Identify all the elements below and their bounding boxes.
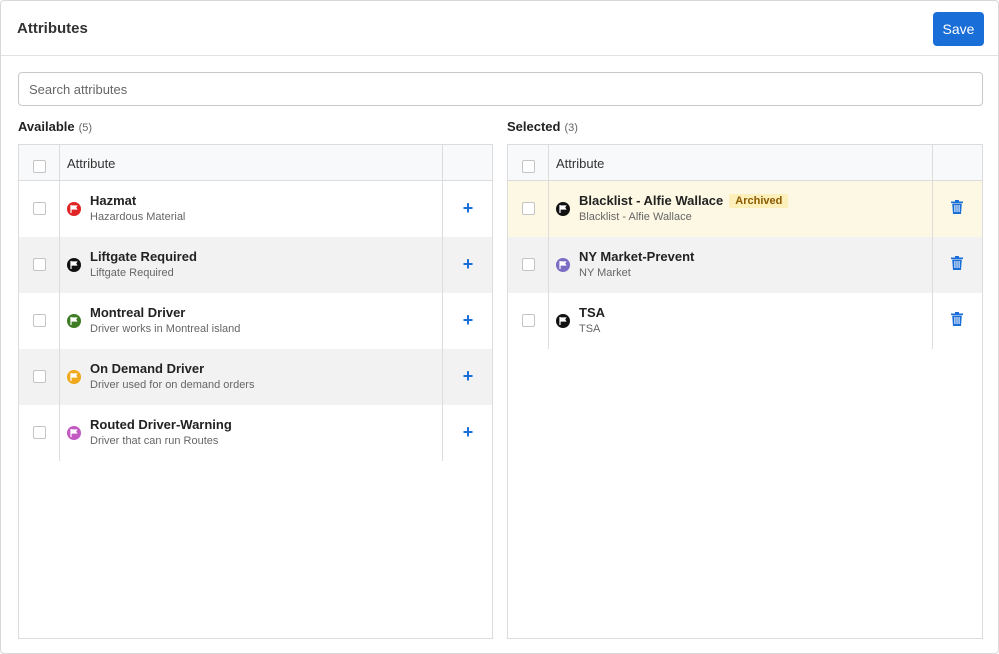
flag-icon	[556, 258, 570, 272]
available-table-header: Attribute	[19, 145, 492, 181]
save-button[interactable]: Save	[933, 12, 984, 46]
trash-icon[interactable]	[951, 200, 967, 218]
attribute-name: Hazmat	[90, 193, 137, 208]
header: Attributes Save	[1, 1, 998, 56]
row-checkbox[interactable]	[33, 314, 46, 327]
available-row-montreal: Montreal Driver Driver works in Montreal…	[19, 293, 492, 349]
attribute-description: NY Market	[579, 267, 631, 279]
archived-badge: Archived	[729, 194, 789, 208]
column-divider	[932, 181, 933, 237]
flag-icon	[67, 426, 81, 440]
attribute-name: Blacklist - Alfie Wallace Archived	[579, 193, 789, 208]
column-divider	[548, 237, 549, 293]
column-divider	[932, 145, 933, 181]
attribute-name: Routed Driver-Warning	[90, 417, 232, 432]
row-checkbox[interactable]	[33, 258, 46, 271]
available-table: Attribute Hazmat Hazardous Material + Li…	[18, 144, 493, 639]
flag-icon	[67, 258, 81, 272]
available-select-all-checkbox[interactable]	[33, 160, 46, 173]
column-divider	[548, 145, 549, 181]
row-checkbox[interactable]	[522, 258, 535, 271]
column-divider	[548, 293, 549, 349]
column-divider	[59, 181, 60, 237]
attribute-description: Hazardous Material	[90, 211, 186, 223]
attributes-dialog: Attributes Save Available(5) Attribute H…	[0, 0, 999, 654]
flag-icon	[67, 314, 81, 328]
available-row-on-demand: On Demand Driver Driver used for on dema…	[19, 349, 492, 405]
available-row-hazmat: Hazmat Hazardous Material +	[19, 181, 492, 237]
available-row-liftgate: Liftgate Required Liftgate Required +	[19, 237, 492, 293]
column-divider	[442, 145, 443, 181]
flag-icon	[67, 370, 81, 384]
attribute-name: NY Market-Prevent	[579, 249, 695, 264]
selected-table-header: Attribute	[508, 145, 982, 181]
column-divider	[442, 405, 443, 461]
row-checkbox[interactable]	[522, 314, 535, 327]
attribute-name: On Demand Driver	[90, 361, 205, 376]
attribute-column-header: Attribute	[67, 156, 116, 171]
page-title: Attributes	[17, 20, 88, 37]
column-divider	[59, 293, 60, 349]
selected-table: Attribute Blacklist - Alfie Wallace Archi…	[507, 144, 983, 639]
attribute-column-header: Attribute	[556, 156, 605, 171]
available-section-title: Available (5)	[18, 119, 92, 134]
attribute-description: Driver works in Montreal island	[90, 323, 241, 335]
attribute-description: Driver that can run Routes	[90, 435, 219, 447]
column-divider	[59, 237, 60, 293]
add-icon[interactable]: +	[458, 366, 478, 386]
trash-icon[interactable]	[951, 312, 967, 330]
selected-count: (3)	[564, 122, 578, 134]
attribute-description: TSA	[579, 323, 601, 335]
column-divider	[59, 405, 60, 461]
column-divider	[932, 237, 933, 293]
selected-row-ny-market: NY Market-Prevent NY Market	[508, 237, 982, 293]
flag-icon	[556, 202, 570, 216]
column-divider	[932, 293, 933, 349]
row-checkbox[interactable]	[522, 202, 535, 215]
row-checkbox[interactable]	[33, 202, 46, 215]
selected-row-tsa: TSA TSA	[508, 293, 982, 349]
row-checkbox[interactable]	[33, 370, 46, 383]
column-divider	[548, 181, 549, 237]
row-checkbox[interactable]	[33, 426, 46, 439]
column-divider	[442, 237, 443, 293]
trash-icon[interactable]	[951, 256, 967, 274]
attribute-name: Montreal Driver	[90, 305, 186, 320]
available-count: (5)	[78, 122, 93, 134]
add-icon[interactable]: +	[458, 198, 478, 218]
add-icon[interactable]: +	[458, 310, 478, 330]
add-icon[interactable]: +	[458, 254, 478, 274]
column-divider	[442, 349, 443, 405]
selected-title: Selected	[507, 119, 561, 134]
column-divider	[442, 181, 443, 237]
attribute-name: TSA	[579, 305, 605, 320]
selected-row-blacklist: Blacklist - Alfie Wallace Archived Blackl…	[508, 181, 982, 237]
attribute-name-text: Blacklist - Alfie Wallace	[579, 193, 724, 208]
column-divider	[59, 145, 60, 181]
available-title: Available	[18, 119, 75, 134]
available-row-routed: Routed Driver-Warning Driver that can ru…	[19, 405, 492, 461]
attribute-description: Liftgate Required	[90, 267, 174, 279]
attribute-description: Blacklist - Alfie Wallace	[579, 211, 692, 223]
flag-icon	[67, 202, 81, 216]
column-divider	[442, 293, 443, 349]
column-divider	[59, 349, 60, 405]
add-icon[interactable]: +	[458, 422, 478, 442]
flag-icon	[556, 314, 570, 328]
search-input[interactable]	[18, 72, 983, 106]
attribute-description: Driver used for on demand orders	[90, 379, 255, 391]
selected-section-title: Selected (3)	[507, 119, 578, 134]
selected-select-all-checkbox[interactable]	[522, 160, 535, 173]
attribute-name: Liftgate Required	[90, 249, 197, 264]
